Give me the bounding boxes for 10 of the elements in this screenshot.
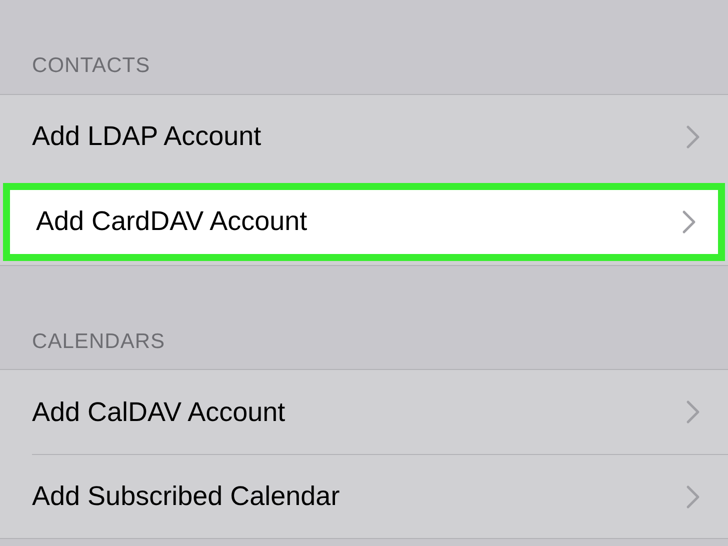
chevron-icon [686, 484, 700, 508]
settings-row[interactable]: Add CardDAV Account [3, 182, 725, 260]
chevron-icon [682, 210, 696, 234]
settings-row[interactable]: Add CalDAV Account [0, 370, 728, 454]
section-header: CONTACTS [32, 54, 150, 77]
chevron-icon [686, 400, 700, 424]
chevron-icon [686, 124, 700, 148]
settings-row[interactable]: Add Subscribed Calendar [32, 454, 728, 538]
settings-row[interactable]: Add LDAP Account [0, 94, 728, 178]
section-header: CALENDARS [32, 330, 166, 352]
